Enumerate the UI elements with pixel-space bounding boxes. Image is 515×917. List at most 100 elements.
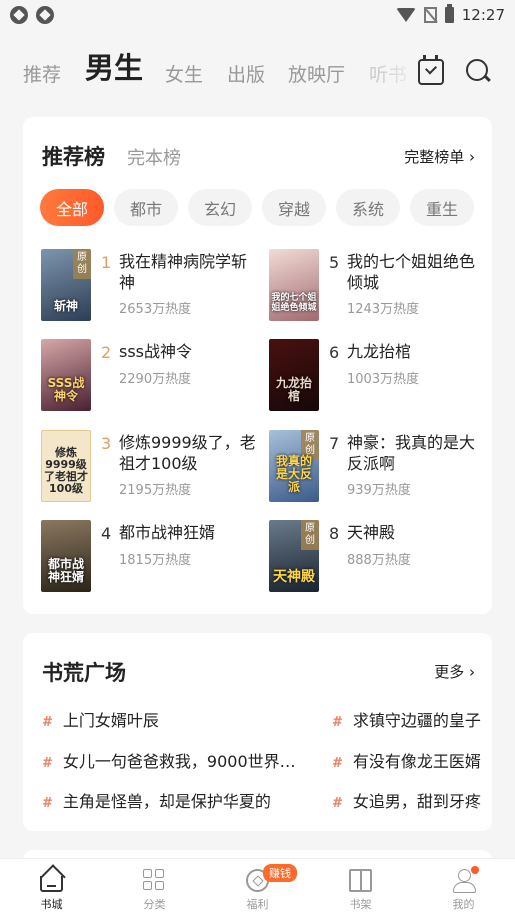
book-cover: SSS战神令 <box>41 339 91 411</box>
book-hall-topic[interactable]: # 女追男，甜到牙疼 <box>332 788 481 812</box>
book-hall-topic[interactable]: # 有没有像龙王医婿 <box>332 748 481 772</box>
book-title: 九龙抬棺 <box>347 342 412 361</box>
rank-number: 8 <box>329 524 340 543</box>
checkin-calendar-icon[interactable] <box>418 55 444 85</box>
no-sim-icon <box>423 7 437 23</box>
notification-icons <box>10 6 54 24</box>
book-title: 我在精神病院学斩神 <box>119 252 248 292</box>
book-hall-topic[interactable]: # 女儿一句爸爸救我，9000世界… <box>42 748 296 772</box>
earn-money-badge: 赚钱 <box>263 864 297 882</box>
completed-ranking-tab[interactable]: 完本榜 <box>127 144 181 170</box>
nav-label: 福利 <box>246 898 269 911</box>
rank-number: 7 <box>329 434 340 453</box>
tab-female[interactable]: 女生 <box>165 60 203 87</box>
book-item[interactable]: 都市战神狂婿 4 都市战神狂婿 1815万热度 <box>41 520 261 592</box>
bottom-nav: 书城 分类 福利 书架 我的 <box>0 858 515 917</box>
nav-label: 书城 <box>40 898 63 911</box>
chip-system[interactable]: 系统 <box>336 189 400 226</box>
nav-label: 我的 <box>452 898 475 911</box>
book-cover: 我的七个姐姐绝色倾城 <box>269 249 319 321</box>
ranking-card: 推荐榜 完本榜 完整榜单 › 全部 都市 玄幻 穿越 系统 重生 原创 斩神 1… <box>23 117 492 614</box>
book-hall-title: 书荒广场 <box>42 661 126 685</box>
chip-urban[interactable]: 都市 <box>114 189 178 226</box>
wifi-icon <box>395 8 416 22</box>
book-item[interactable]: 原创 我真的是大反派 7 神豪：我真的是大反派啊 939万热度 <box>269 430 489 502</box>
bookshelf-icon <box>349 869 372 892</box>
grid-icon <box>143 869 166 892</box>
tab-fade <box>380 45 420 101</box>
book-heat: 2290万热度 <box>119 372 192 387</box>
top-tab-bar: 推荐 男生 女生 出版 放映厅 听书 <box>0 45 515 101</box>
notification-dot <box>471 866 479 874</box>
rank-number: 6 <box>329 343 340 362</box>
book-cover: 都市战神狂婿 <box>41 520 91 592</box>
book-hall-topic[interactable]: # 上门女婿叶辰 <box>42 707 159 731</box>
book-hall-card: 书荒广场 更多 › # 上门女婿叶辰 # 求镇守边疆的皇子 # 女儿一句爸爸救我，90… <box>23 633 492 831</box>
status-bar: 12:27 <box>0 0 515 30</box>
hashtag-icon: # <box>332 756 343 771</box>
hashtag-icon: # <box>332 715 343 730</box>
nav-category[interactable]: 分类 <box>103 859 206 917</box>
book-heat: 1243万热度 <box>347 302 420 317</box>
book-cover: 九龙抬棺 <box>269 339 319 411</box>
book-title: sss战神令 <box>119 342 193 361</box>
book-cover: 原创 我真的是大反派 <box>269 430 319 502</box>
rank-number: 1 <box>101 253 112 272</box>
book-title: 我的七个姐姐绝色倾城 <box>347 252 476 292</box>
app-notification-icon <box>10 6 28 24</box>
nav-label: 分类 <box>143 898 166 911</box>
full-ranking-link[interactable]: 完整榜单 › <box>404 146 475 167</box>
rank-number: 5 <box>329 253 340 272</box>
rank-number: 2 <box>101 343 112 362</box>
tab-publish[interactable]: 出版 <box>227 60 265 87</box>
search-icon[interactable] <box>466 59 492 85</box>
book-item[interactable]: SSS战神令 2 sss战神令 2290万热度 <box>41 339 261 411</box>
app-notification-icon <box>36 6 54 24</box>
home-icon <box>40 876 63 892</box>
book-heat: 939万热度 <box>347 483 411 498</box>
nav-bookstore[interactable]: 书城 <box>0 859 103 917</box>
book-title: 修炼9999级了，老祖才100级 <box>119 433 256 473</box>
chip-rebirth[interactable]: 重生 <box>410 189 474 226</box>
rank-number: 3 <box>101 434 112 453</box>
hashtag-icon: # <box>332 796 343 811</box>
book-title: 天神殿 <box>347 523 396 542</box>
chip-all[interactable]: 全部 <box>40 189 104 226</box>
book-heat: 888万热度 <box>347 553 411 568</box>
book-title: 神豪：我真的是大反派啊 <box>347 433 476 473</box>
book-cover: 修炼9999级了老祖才100级 <box>41 430 91 502</box>
nav-bookshelf[interactable]: 书架 <box>309 859 412 917</box>
hashtag-icon: # <box>42 756 53 771</box>
book-heat: 1003万热度 <box>347 372 420 387</box>
book-item[interactable]: 我的七个姐姐绝色倾城 5 我的七个姐姐绝色倾城 1243万热度 <box>269 249 489 321</box>
original-tag: 原创 <box>73 249 91 279</box>
book-item[interactable]: 九龙抬棺 6 九龙抬棺 1003万热度 <box>269 339 489 411</box>
book-heat: 2653万热度 <box>119 302 192 317</box>
book-hall-more-link[interactable]: 更多 › <box>434 661 475 682</box>
book-cover: 原创 斩神 <box>41 249 91 321</box>
book-heat: 1815万热度 <box>119 553 192 568</box>
book-hall-topic[interactable]: # 求镇守边疆的皇子 <box>332 707 481 731</box>
book-title: 都市战神狂婿 <box>119 523 216 542</box>
book-hall-topic[interactable]: # 主角是怪兽，却是保护华夏的 <box>42 788 271 812</box>
book-item[interactable]: 原创 天神殿 8 天神殿 888万热度 <box>269 520 489 592</box>
hashtag-icon: # <box>42 715 53 730</box>
book-item[interactable]: 原创 斩神 1 我在精神病院学斩神 2653万热度 <box>41 249 261 321</box>
book-cover: 原创 天神殿 <box>269 520 319 592</box>
chip-time-travel[interactable]: 穿越 <box>262 189 326 226</box>
tab-recommend[interactable]: 推荐 <box>23 60 61 87</box>
original-tag: 原创 <box>301 520 319 550</box>
tab-male[interactable]: 男生 <box>85 45 143 87</box>
chip-fantasy[interactable]: 玄幻 <box>188 189 252 226</box>
hashtag-icon: # <box>42 796 53 811</box>
category-chips: 全部 都市 玄幻 穿越 系统 重生 <box>40 189 474 226</box>
book-item[interactable]: 修炼9999级了老祖才100级 3 修炼9999级了，老祖才100级 2195万… <box>41 430 261 502</box>
ranking-title[interactable]: 推荐榜 <box>42 141 105 171</box>
tab-theater[interactable]: 放映厅 <box>288 60 345 87</box>
book-heat: 2195万热度 <box>119 483 192 498</box>
nav-profile[interactable]: 我的 <box>412 859 515 917</box>
status-time: 12:27 <box>461 6 505 24</box>
nav-label: 书架 <box>349 898 372 911</box>
rank-number: 4 <box>101 524 112 543</box>
battery-icon <box>444 4 454 23</box>
